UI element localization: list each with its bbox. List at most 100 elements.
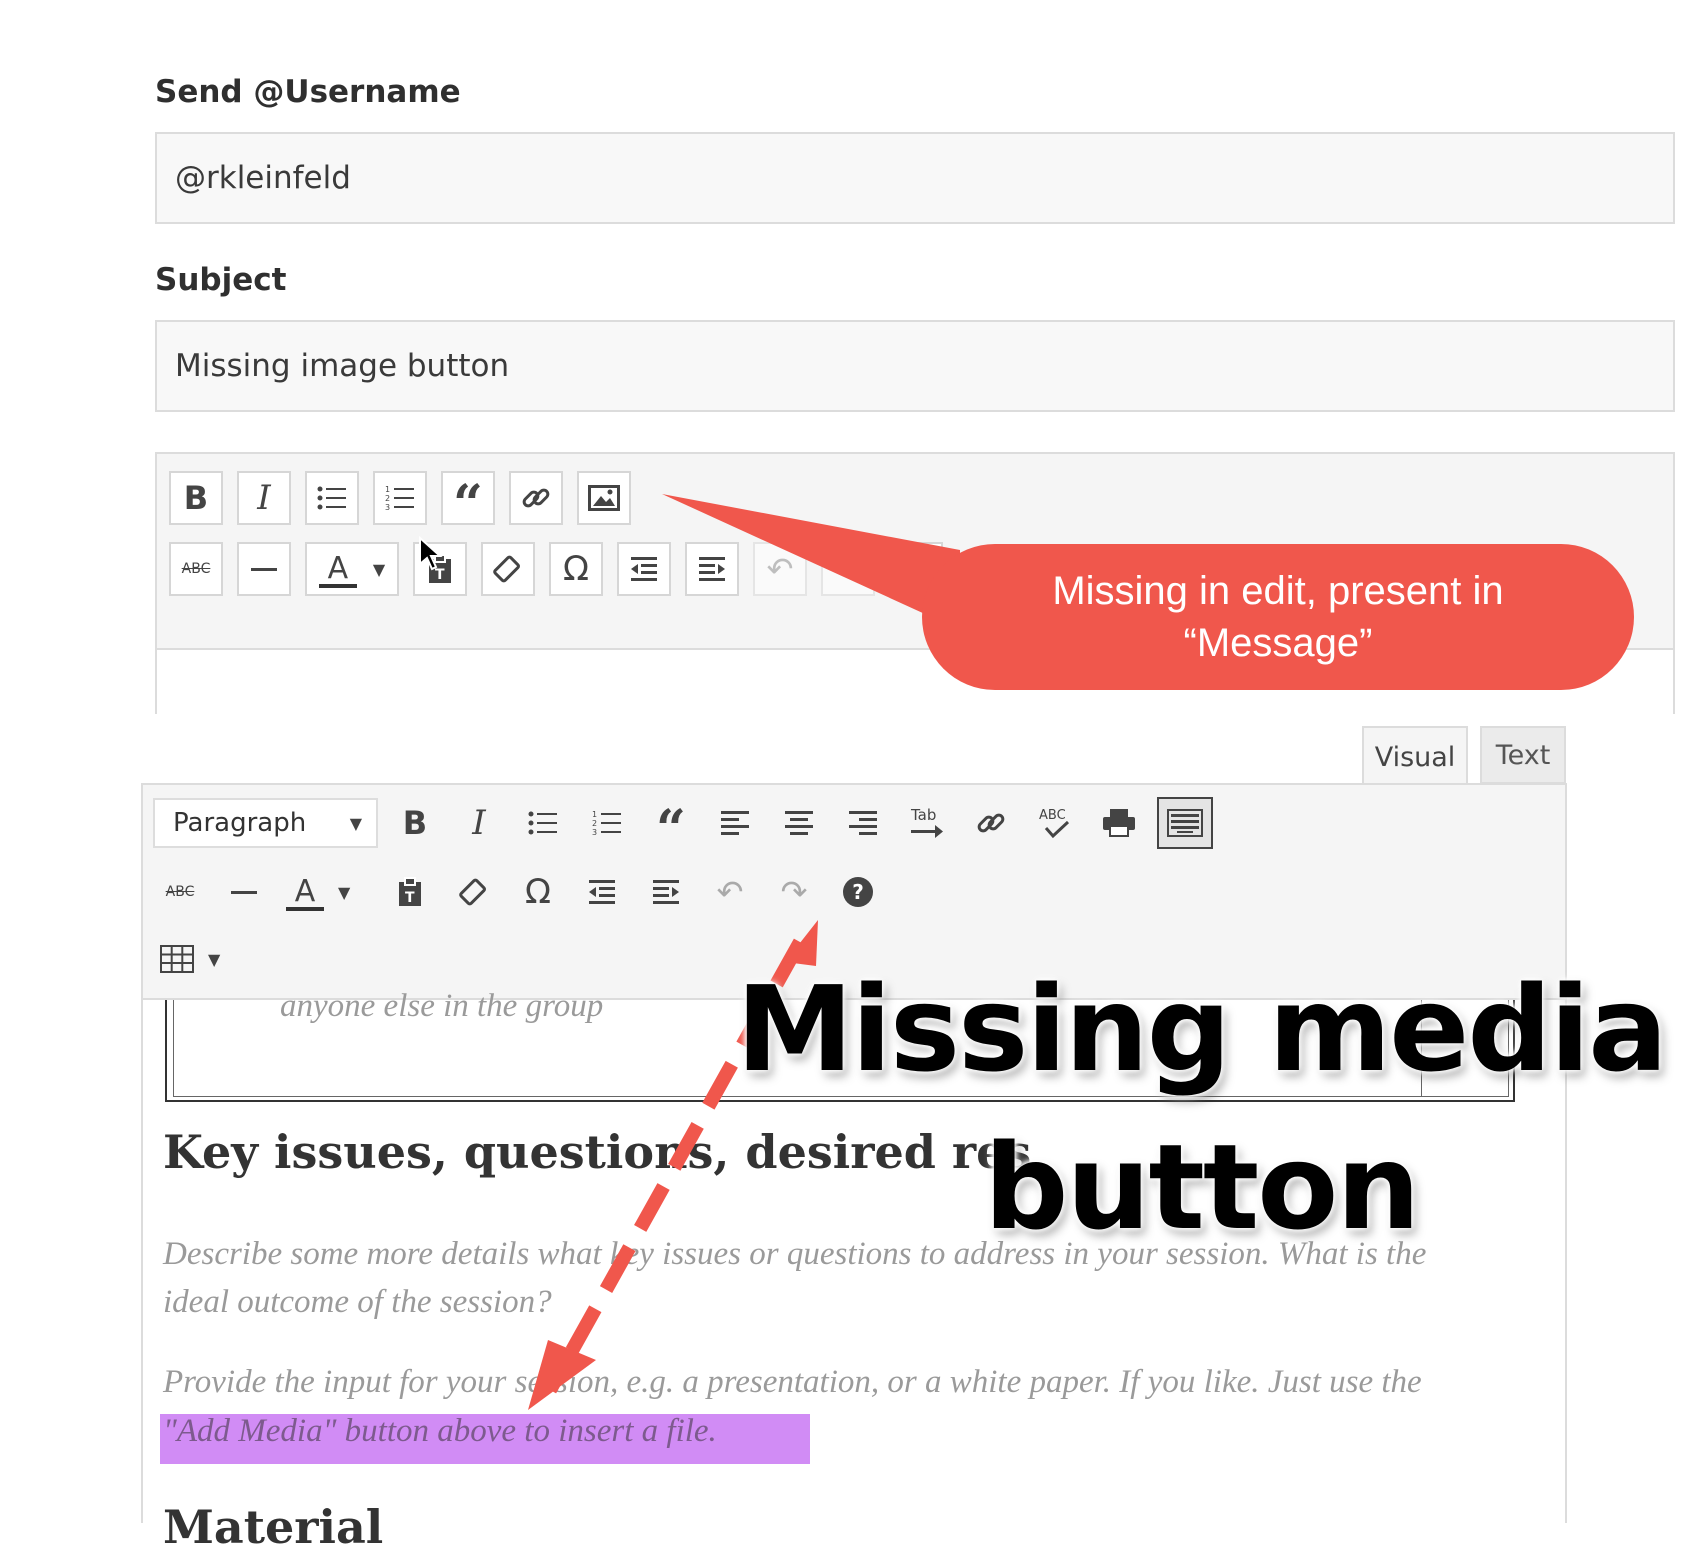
paste-text-button-2[interactable]: T	[382, 864, 438, 920]
clear-formatting-button[interactable]	[481, 542, 535, 596]
format-select[interactable]: Paragraph ▼	[153, 798, 378, 848]
link-button[interactable]	[509, 471, 563, 525]
callout-bubble: Missing in edit, present in “Message”	[922, 544, 1634, 690]
strikethrough-button-2[interactable]: ABC	[152, 864, 208, 920]
svg-text:2: 2	[385, 494, 390, 503]
callout-line-1: Missing in edit, present in	[1052, 569, 1504, 613]
svg-text:2: 2	[592, 819, 597, 828]
bold-button-2[interactable]: B	[387, 795, 443, 851]
redo-icon: ↷	[780, 873, 808, 911]
numbered-list-button[interactable]: 123	[373, 471, 427, 525]
align-left-button[interactable]	[707, 795, 763, 851]
italic-icon: I	[472, 803, 486, 843]
callout-line-2: “Message”	[1183, 621, 1373, 665]
content-para-1-line-2: ideal outcome of the session?	[163, 1284, 552, 1320]
svg-text:3: 3	[385, 503, 390, 512]
username-label: Send @Username	[155, 74, 461, 110]
outdent-button-2[interactable]	[574, 864, 630, 920]
table-button[interactable]: ▼	[160, 934, 236, 984]
italic-icon: I	[257, 478, 271, 518]
clipboard-icon: T	[399, 877, 421, 906]
bullet-list-icon	[528, 811, 557, 835]
align-left-icon	[721, 811, 749, 835]
insert-tab-button[interactable]: Tab	[899, 795, 955, 851]
toolbar-toggle-button[interactable]	[1157, 797, 1213, 849]
mouse-cursor-icon	[419, 536, 443, 571]
svg-text:1: 1	[592, 810, 597, 819]
svg-text:1: 1	[385, 485, 390, 494]
redo-button-2[interactable]: ↷	[766, 864, 822, 920]
eraser-icon	[493, 555, 520, 583]
special-character-button-2[interactable]: Ω	[510, 864, 566, 920]
horizontal-line-button[interactable]	[237, 542, 291, 596]
link-icon	[522, 488, 550, 508]
quote-icon: “	[453, 474, 483, 535]
outdent-icon	[589, 880, 615, 904]
link-icon	[977, 813, 1005, 833]
numbered-list-button-2[interactable]: 123	[579, 795, 635, 851]
italic-button[interactable]: I	[237, 471, 291, 525]
blockquote-button-2[interactable]: “	[643, 795, 699, 856]
subject-field[interactable]: Missing image button	[155, 320, 1675, 412]
bullet-list-button-2[interactable]	[515, 795, 571, 851]
chevron-down-icon: ▼	[349, 813, 362, 833]
tab-text[interactable]: Text	[1480, 726, 1566, 784]
svg-text:Tab: Tab	[910, 806, 936, 824]
username-value: @rkleinfeld	[175, 160, 351, 196]
align-center-button[interactable]	[771, 795, 827, 851]
print-icon	[1103, 809, 1135, 837]
italic-button-2[interactable]: I	[451, 795, 507, 851]
subject-value: Missing image button	[175, 348, 510, 384]
content-heading-2: Material	[163, 1500, 384, 1554]
spellcheck-button[interactable]: ABC	[1027, 795, 1083, 851]
strikethrough-button[interactable]: ABC	[169, 542, 223, 596]
help-button-2[interactable]: ?	[830, 864, 886, 920]
outdent-icon	[631, 557, 657, 581]
special-character-button[interactable]: Ω	[549, 542, 603, 596]
align-right-icon	[849, 811, 877, 835]
undo-button-2[interactable]: ↶	[702, 864, 758, 920]
blockquote-button[interactable]: “	[441, 471, 495, 535]
bullet-list-button[interactable]	[305, 471, 359, 525]
keyboard-icon	[1167, 809, 1203, 837]
image-icon	[588, 485, 620, 511]
eraser-icon	[459, 878, 486, 906]
svg-text:ABC: ABC	[1039, 808, 1066, 823]
indent-button-2[interactable]	[638, 864, 694, 920]
chevron-down-icon: ▼	[208, 949, 221, 969]
strikethrough-icon: ABC	[181, 561, 211, 577]
omega-icon: Ω	[563, 549, 589, 589]
annotation-title-line-2: button	[984, 1118, 1420, 1256]
username-field[interactable]: @rkleinfeld	[155, 132, 1675, 224]
help-icon: ?	[843, 877, 873, 907]
text-color-button-2[interactable]: A ▼	[280, 864, 372, 920]
bold-button[interactable]: B	[169, 471, 223, 525]
chevron-down-icon: ▼	[338, 882, 351, 902]
text-color-button[interactable]: A ▼	[305, 542, 399, 596]
bold-icon: B	[402, 804, 428, 842]
omega-icon: Ω	[525, 872, 551, 912]
clear-formatting-button-2[interactable]	[446, 864, 502, 920]
spellcheck-icon: ABC	[1039, 808, 1070, 839]
tab-visual[interactable]: Visual	[1362, 726, 1468, 786]
format-select-value: Paragraph	[173, 808, 307, 838]
horizontal-line-icon	[231, 890, 257, 894]
table-icon	[160, 945, 194, 973]
svg-text:T: T	[405, 890, 415, 906]
link-button-2[interactable]	[963, 795, 1019, 851]
strikethrough-icon: ABC	[165, 884, 195, 900]
indent-icon	[653, 880, 679, 904]
annotation-title-line-1: Missing media	[736, 960, 1668, 1098]
text-color-icon: A	[318, 551, 357, 588]
tab-icon: Tab	[910, 806, 943, 838]
undo-icon: ↶	[716, 873, 744, 911]
bold-icon: B	[183, 479, 209, 517]
image-button[interactable]	[577, 471, 631, 525]
text-color-icon: A	[286, 874, 324, 911]
align-right-button[interactable]	[835, 795, 891, 851]
chevron-down-icon: ▼	[372, 559, 386, 579]
horizontal-line-button-2[interactable]	[216, 864, 272, 920]
numbered-list-icon: 123	[385, 485, 414, 512]
print-button[interactable]	[1091, 795, 1147, 851]
align-center-icon	[785, 811, 813, 835]
